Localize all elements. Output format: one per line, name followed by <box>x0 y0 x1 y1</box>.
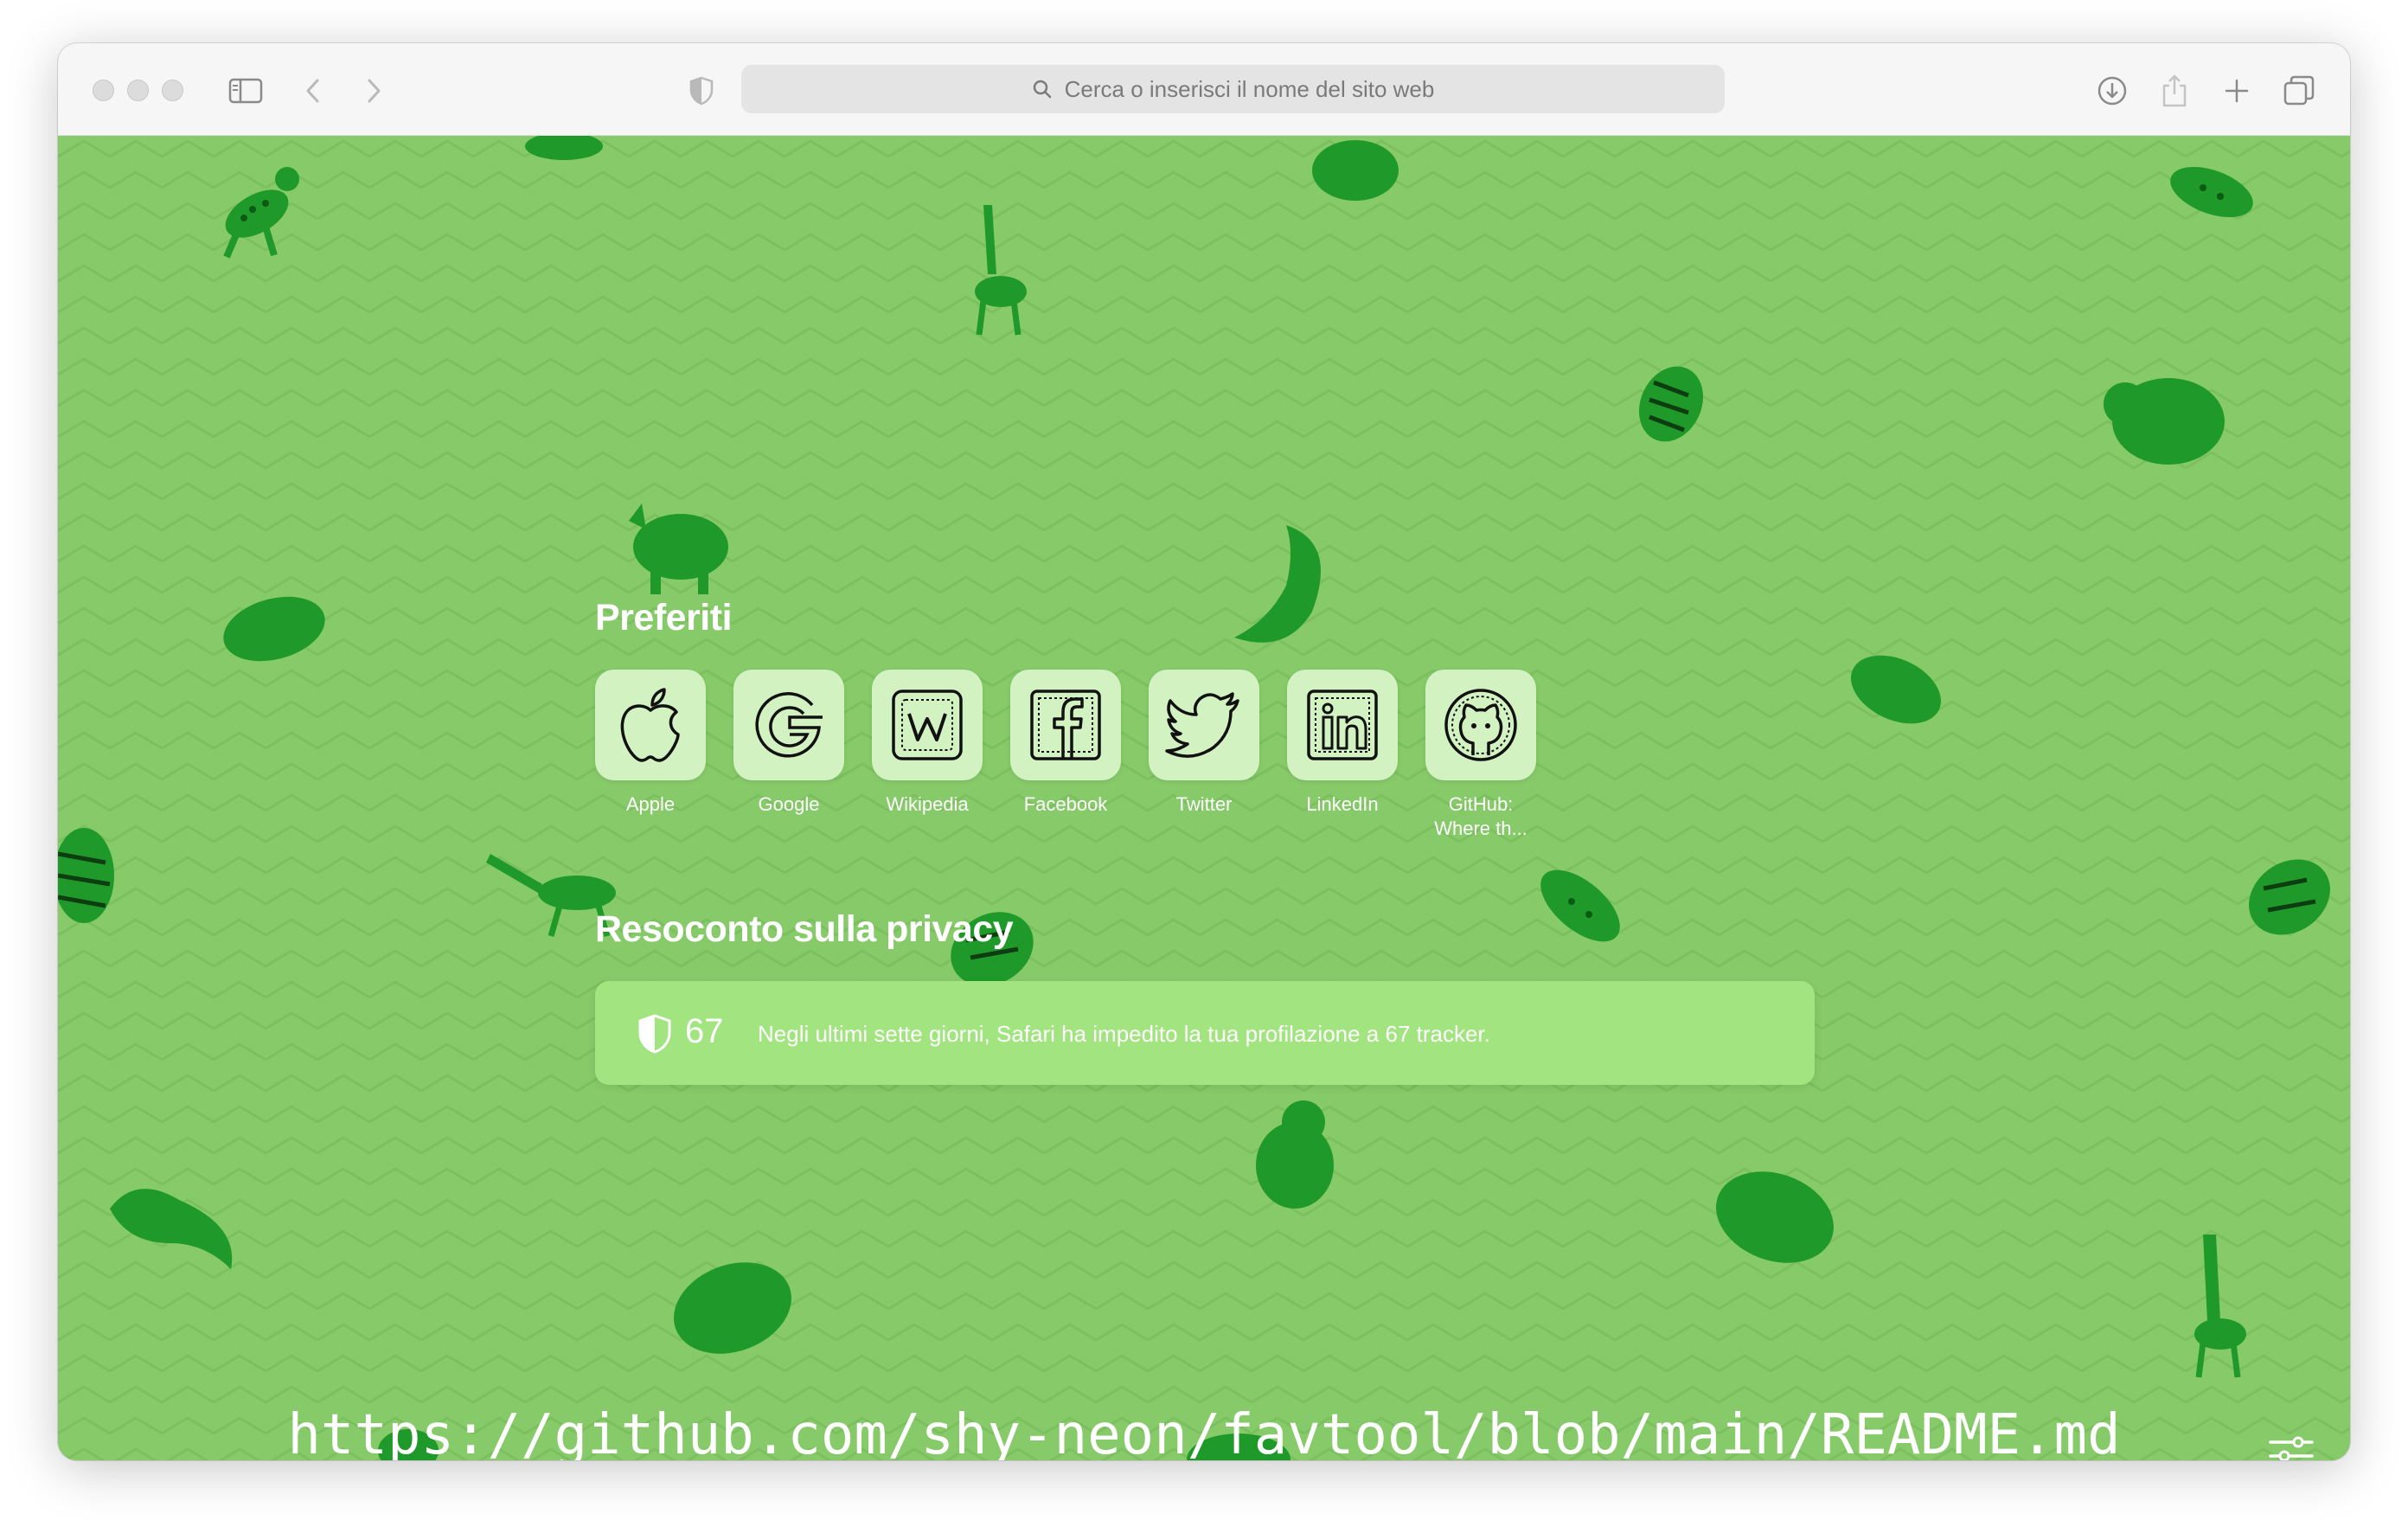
favorite-linkedin[interactable]: LinkedIn <box>1287 670 1398 817</box>
favorite-github[interactable]: GitHub: Where th... <box>1425 670 1536 841</box>
giraffe-decoration-icon <box>2194 1235 2246 1378</box>
leopard-decoration-icon <box>223 167 299 259</box>
back-arrow-icon[interactable] <box>290 67 336 114</box>
hippo-decoration-icon <box>223 596 325 662</box>
facebook-logo-icon <box>1030 690 1101 760</box>
search-icon <box>1033 80 1051 99</box>
favorite-label: GitHub: Where th... <box>1434 793 1527 839</box>
favorite-wikipedia[interactable]: Wikipedia <box>872 670 983 817</box>
leopard-decoration-icon <box>1540 869 1620 942</box>
address-bar[interactable]: Cerca o inserisci il nome del sito web <box>741 65 1725 113</box>
new-tab-icon[interactable] <box>2213 67 2260 114</box>
google-logo-icon <box>755 692 823 758</box>
gorilla-decoration-icon <box>2104 378 2225 465</box>
overlay-url-text: https://github.com/shy-neon/favtool/blob… <box>287 1403 2121 1460</box>
tab-overview-icon[interactable] <box>2276 67 2322 114</box>
favorite-twitter[interactable]: Twitter <box>1149 670 1259 817</box>
sliders-icon <box>2269 1436 2314 1460</box>
favorite-label: LinkedIn <box>1306 793 1379 815</box>
favorite-label: Twitter <box>1175 793 1233 815</box>
download-icon[interactable] <box>2089 67 2136 114</box>
crocodile-decoration-icon <box>1234 525 1321 643</box>
browser-toolbar: Cerca o inserisci il nome del sito web <box>58 43 2350 136</box>
favorite-label: Apple <box>625 793 676 815</box>
favorite-label: Google <box>758 793 820 815</box>
close-window-button[interactable] <box>93 80 114 101</box>
share-icon[interactable] <box>2151 67 2198 114</box>
privacy-report-title: Resoconto sulla privacy <box>595 908 1014 950</box>
favorites-title: Preferiti <box>595 597 733 638</box>
zebra-decoration-icon <box>525 136 603 160</box>
tracker-count: 67 <box>685 1012 724 1050</box>
wikipedia-logo-icon <box>892 690 963 760</box>
sidebar-icon[interactable] <box>222 67 269 114</box>
favorite-label: Wikipedia <box>886 793 969 815</box>
browser-window: Cerca o inserisci il nome del sito web P… <box>58 43 2350 1460</box>
rhino-decoration-icon <box>629 504 728 594</box>
minimize-window-button[interactable] <box>127 80 149 101</box>
giraffe-decoration-icon <box>975 205 1027 336</box>
zebra-decoration-icon <box>58 828 114 923</box>
apple-logo-icon <box>620 688 680 762</box>
zebra-decoration-icon <box>1639 366 1703 442</box>
privacy-shield-icon[interactable] <box>678 67 725 114</box>
github-logo-icon <box>1444 689 1517 761</box>
gorilla-decoration-icon <box>674 1262 791 1354</box>
zebra-decoration-icon <box>2249 859 2330 935</box>
crocodile-decoration-icon <box>110 1189 233 1269</box>
gorilla-decoration-icon <box>1716 1171 1834 1263</box>
forward-arrow-icon[interactable] <box>350 67 397 114</box>
twitter-logo-icon <box>1165 692 1239 758</box>
elephant-decoration-icon <box>1256 1100 1334 1209</box>
leopard-decoration-icon <box>2170 166 2253 218</box>
favorite-label: Facebook <box>1023 793 1108 815</box>
favorite-google[interactable]: Google <box>733 670 844 817</box>
privacy-shield-icon <box>638 1014 671 1054</box>
zoom-window-button[interactable] <box>162 80 183 101</box>
start-page: Preferiti Apple Google Wikipedia Faceboo… <box>58 136 2350 1460</box>
favorite-apple[interactable]: Apple <box>595 670 706 817</box>
customize-start-page-button[interactable] <box>2265 1430 2317 1460</box>
hippo-decoration-icon <box>1851 655 1941 724</box>
rhino-decoration-icon <box>1312 140 1399 201</box>
favorite-facebook[interactable]: Facebook <box>1010 670 1121 817</box>
address-placeholder: Cerca o inserisci il nome del sito web <box>1064 75 1435 102</box>
linkedin-logo-icon <box>1307 690 1378 760</box>
privacy-report-card[interactable]: 67 Negli ultimi sette giorni, Safari ha … <box>595 981 1815 1085</box>
privacy-message: Negli ultimi sette giorni, Safari ha imp… <box>758 1021 1490 1047</box>
